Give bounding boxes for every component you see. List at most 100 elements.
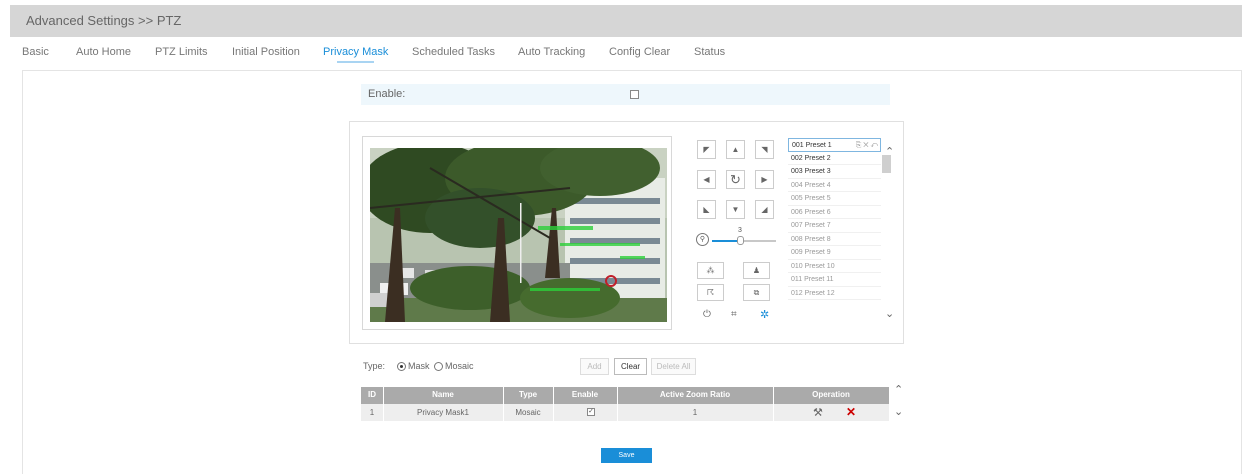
- pan-up-right-button[interactable]: ◥: [755, 140, 774, 159]
- preset-item[interactable]: 004 Preset 4: [788, 179, 881, 192]
- tab-config-clear[interactable]: Config Clear: [609, 46, 670, 58]
- arrow-down-icon: ▼: [731, 205, 740, 214]
- tab-scheduled-tasks[interactable]: Scheduled Tasks: [412, 46, 495, 58]
- arrow-down-right-icon: ◢: [761, 205, 768, 214]
- preset-item[interactable]: 006 Preset 6: [788, 206, 881, 219]
- delete-icon[interactable]: ✕: [846, 405, 856, 419]
- tab-auto-tracking[interactable]: Auto Tracking: [518, 46, 585, 58]
- mask-radio[interactable]: [397, 362, 406, 371]
- preset-label: 001 Preset 1: [792, 142, 832, 149]
- pan-left-button[interactable]: ◀: [697, 170, 716, 189]
- preset-item[interactable]: 011 Preset 11: [788, 273, 881, 287]
- power-icon[interactable]: ⏻: [703, 309, 711, 320]
- privacy-mask-table: ID Name Type Enable Active Zoom Ratio Op…: [361, 387, 889, 421]
- zoom-in-button[interactable]: ♟: [743, 262, 770, 279]
- preset-item[interactable]: 001 Preset 1 ⎘ ✕ ↶: [788, 138, 881, 152]
- table-row[interactable]: 1 Privacy Mask1 Mosaic ✓ 1 ⚒ ✕: [361, 404, 889, 421]
- row-enable-checkbox[interactable]: ✓: [587, 408, 595, 416]
- column-divider: [553, 404, 554, 421]
- preset-item[interactable]: 007 Preset 7: [788, 219, 881, 233]
- tab-privacy-mask[interactable]: Privacy Mask: [323, 46, 388, 63]
- preset-label: 012 Preset 12: [791, 289, 835, 297]
- preset-item[interactable]: 010 Preset 10: [788, 260, 881, 273]
- delete-all-button[interactable]: Delete All: [651, 358, 696, 375]
- mosaic-radio[interactable]: [434, 362, 443, 371]
- save-button[interactable]: Save: [601, 448, 652, 463]
- arrow-up-right-icon: ◥: [761, 145, 768, 154]
- speed-slider-fill: [712, 240, 740, 242]
- mask-radio-label: Mask: [408, 361, 430, 371]
- zoom-out-button[interactable]: ⁂: [697, 262, 724, 279]
- enable-row: Enable:: [361, 84, 890, 105]
- table-chevron-up-icon[interactable]: ⌃: [894, 383, 903, 396]
- chevron-up-icon[interactable]: ⌃: [885, 145, 894, 158]
- auto-scan-button[interactable]: ↻: [726, 170, 745, 189]
- cell-type: Mosaic: [515, 408, 541, 417]
- focus-far-button[interactable]: ⧉: [743, 284, 770, 301]
- pan-up-left-button[interactable]: ◤: [697, 140, 716, 159]
- chevron-down-icon[interactable]: ⌄: [885, 307, 894, 320]
- column-header-zoom: Active Zoom Ratio: [659, 390, 731, 399]
- page-header: Advanced Settings >> PTZ: [10, 5, 1242, 37]
- focus-near-button[interactable]: ☈: [697, 284, 724, 301]
- preset-list: 001 Preset 1 ⎘ ✕ ↶ 002 Preset 2 003 Prese…: [788, 138, 881, 330]
- pan-up-button[interactable]: ▲: [726, 140, 745, 159]
- preset-actions-icon[interactable]: ⎘ ✕ ↶: [856, 139, 878, 153]
- preset-item[interactable]: 003 Preset 3: [788, 165, 881, 179]
- tab-status[interactable]: Status: [694, 46, 725, 58]
- tab-auto-home[interactable]: Auto Home: [76, 46, 131, 58]
- fullscreen-icon[interactable]: ⌗: [731, 309, 737, 320]
- arrow-right-icon: ▶: [761, 175, 768, 184]
- column-header-type: Type: [518, 390, 538, 399]
- speed-slider-handle[interactable]: [737, 236, 744, 245]
- preset-label: 002 Preset 2: [791, 154, 831, 162]
- preset-item[interactable]: 012 Preset 12: [788, 287, 881, 300]
- enable-label: Enable:: [368, 88, 406, 100]
- column-divider: [503, 404, 504, 421]
- column-header-operation: Operation: [812, 390, 850, 399]
- column-header-enable: Enable: [571, 390, 599, 399]
- pan-right-button[interactable]: ▶: [755, 170, 774, 189]
- type-label: Type:: [363, 361, 386, 371]
- column-divider: [503, 387, 504, 404]
- column-divider: [773, 404, 774, 421]
- tab-ptz-limits[interactable]: PTZ Limits: [155, 46, 208, 58]
- preset-item[interactable]: 009 Preset 9: [788, 246, 881, 260]
- pan-down-right-button[interactable]: ◢: [755, 200, 774, 219]
- add-button[interactable]: Add: [580, 358, 609, 375]
- column-divider: [617, 404, 618, 421]
- clear-button[interactable]: Clear: [614, 358, 647, 375]
- edit-icon[interactable]: ⚒: [813, 406, 823, 419]
- preset-scrollbar[interactable]: [881, 155, 892, 305]
- video-scene-image: [370, 148, 667, 322]
- focus-far-icon: ⧉: [753, 287, 760, 297]
- enable-checkbox[interactable]: [630, 90, 639, 99]
- zoom-in-icon: ♟: [752, 266, 761, 275]
- speed-slider-track[interactable]: [712, 240, 776, 242]
- preset-label: 011 Preset 11: [791, 276, 834, 283]
- cell-zoom: 1: [692, 408, 698, 417]
- live-video-preview[interactable]: [370, 148, 667, 322]
- column-divider: [617, 387, 618, 404]
- settings-icon[interactable]: ✲: [760, 308, 769, 321]
- pan-down-left-button[interactable]: ◣: [697, 200, 716, 219]
- column-divider: [383, 404, 384, 421]
- preset-item[interactable]: 002 Preset 2: [788, 152, 881, 165]
- table-chevron-down-icon[interactable]: ⌄: [894, 405, 903, 418]
- column-header-name: Name: [432, 390, 454, 399]
- rotate-icon: ↻: [730, 171, 741, 187]
- tab-basic[interactable]: Basic: [22, 46, 49, 58]
- column-divider: [773, 387, 774, 404]
- preset-label: 010 Preset 10: [791, 262, 835, 270]
- preset-label: 008 Preset 8: [791, 235, 831, 243]
- focus-near-icon: ☈: [706, 288, 715, 297]
- speed-icon: ⚲: [696, 233, 709, 246]
- arrow-left-icon: ◀: [703, 175, 710, 184]
- preset-item[interactable]: 005 Preset 5: [788, 192, 881, 206]
- column-header-id: ID: [368, 390, 376, 399]
- preset-label: 006 Preset 6: [791, 208, 831, 216]
- pan-down-button[interactable]: ▼: [726, 200, 745, 219]
- tab-initial-position[interactable]: Initial Position: [232, 46, 300, 58]
- preset-item[interactable]: 008 Preset 8: [788, 233, 881, 246]
- preset-label: 004 Preset 4: [791, 181, 831, 189]
